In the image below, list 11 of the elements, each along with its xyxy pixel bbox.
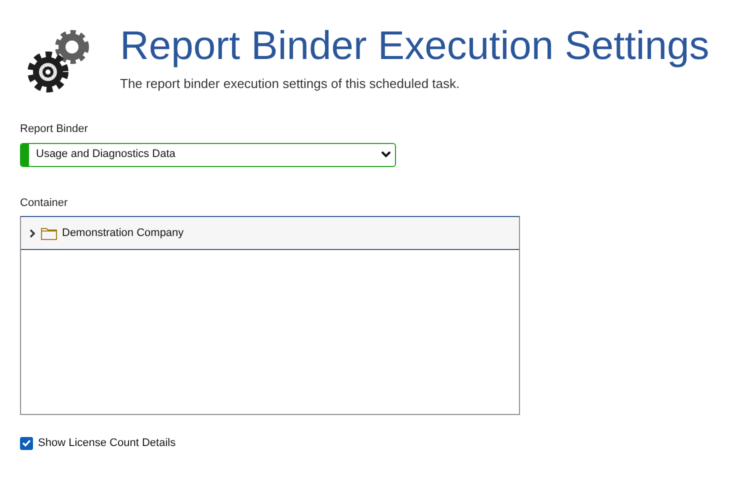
field-label: Container [20, 196, 69, 210]
folder-icon [41, 226, 57, 240]
chevron-right-icon[interactable] [28, 228, 37, 238]
checkbox[interactable] [20, 436, 33, 450]
chevron-down-icon [381, 151, 391, 158]
report-binder-select[interactable]: Usage and Diagnostics Data [20, 142, 396, 166]
page-title: Report Binder Execution Settings [120, 23, 710, 70]
checkbox-label: Show License Count Details [38, 436, 176, 451]
tree-item[interactable]: Demonstration Company [21, 217, 519, 250]
field-label: Report Binder [20, 122, 89, 137]
page-subtitle: The report binder execution settings of this scheduled task. [120, 75, 461, 93]
